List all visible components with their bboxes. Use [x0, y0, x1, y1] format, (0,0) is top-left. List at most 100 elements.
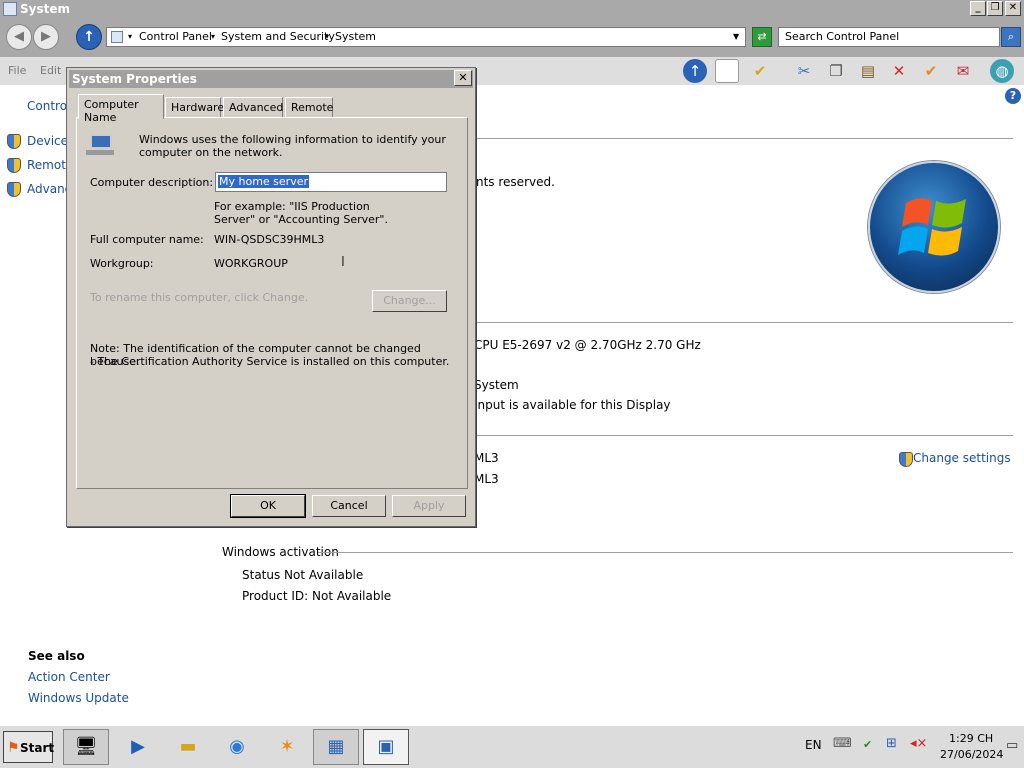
processor-value: CPU E5-2697 v2 @ 2.70GHz 2.70 GHz	[474, 338, 701, 352]
action-center-link[interactable]: Action Center	[28, 670, 110, 684]
menu-edit[interactable]: Edit	[40, 64, 61, 77]
volume-muted-icon[interactable]: ◂×	[910, 736, 927, 751]
full-computer-name-label: Full computer name:	[90, 233, 204, 246]
dialog-title: System Properties	[69, 70, 473, 88]
computer-name-panel: Windows uses the following information t…	[76, 117, 468, 489]
shield-icon	[7, 182, 21, 197]
tab-remote[interactable]: Remote	[285, 97, 333, 118]
text-cursor-icon: I	[341, 255, 345, 270]
mail-icon[interactable]: ✉	[951, 59, 975, 83]
help-icon[interactable]: ?	[1005, 88, 1021, 104]
section-divider	[476, 138, 1013, 139]
control-panel-home-link[interactable]: Control	[27, 99, 70, 113]
breadcrumb-separator[interactable]: ▾	[211, 32, 215, 41]
up-folder-icon[interactable]: ↑	[683, 59, 707, 83]
pen-touch-value: Input is available for this Display	[474, 398, 671, 412]
breadcrumb-system-security[interactable]: System and Security	[221, 30, 335, 43]
ok-button[interactable]: OK	[230, 494, 306, 518]
address-dropdown-icon[interactable]: ▼	[733, 32, 739, 41]
shield-icon	[7, 134, 21, 149]
control-panel-icon	[111, 31, 123, 43]
change-settings-link[interactable]: Change settings	[913, 451, 1011, 465]
system-properties-task-icon[interactable]: ▣	[363, 729, 409, 765]
intro-text: Windows uses the following information t…	[139, 133, 446, 159]
system-window-icon	[3, 2, 17, 16]
globe-icon[interactable]: ◍	[990, 59, 1014, 83]
computer-description-value: My home server	[218, 175, 309, 188]
system-properties-dialog: System Properties ✕ Computer Name Hardwa…	[66, 67, 476, 527]
search-icon[interactable]: ⌕	[1001, 27, 1021, 47]
navigation-bar: ◀ ▶ ↑ ▾ Control Panel ▾ System and Secur…	[0, 19, 1024, 57]
rename-instruction-text: To rename this computer, click Change.	[90, 291, 309, 304]
copy-icon[interactable]: ❐	[824, 59, 848, 83]
workgroup-label: Workgroup:	[90, 257, 154, 270]
chrome-icon[interactable]: ◉	[214, 729, 260, 765]
network-tray-icon[interactable]: ⊞	[886, 736, 897, 751]
cancel-button[interactable]: Cancel	[312, 495, 386, 517]
system-type-value: System	[474, 378, 519, 392]
apply-button[interactable]: Apply	[392, 495, 466, 517]
clock-time[interactable]: 1:29 CH	[949, 732, 993, 745]
delete-icon[interactable]: ✕	[887, 59, 911, 83]
maximize-button[interactable]: ❐	[987, 1, 1003, 16]
network-console-icon[interactable]: ▦	[313, 729, 359, 765]
full-computer-name: WIN-QSDSC39HML3	[214, 233, 325, 246]
search-input[interactable]: Search Control Panel	[778, 27, 1000, 47]
menu-file[interactable]: File	[8, 64, 26, 77]
breadcrumb-separator[interactable]: ▾	[128, 32, 132, 41]
back-button[interactable]: ◀	[6, 24, 32, 50]
dialog-close-button[interactable]: ✕	[454, 70, 472, 86]
checkmark-icon[interactable]: ✔	[919, 59, 943, 83]
activation-status: Status Not Available	[242, 568, 364, 582]
cut-icon[interactable]: ✂	[792, 59, 816, 83]
language-indicator[interactable]: EN	[805, 738, 822, 752]
forward-button[interactable]: ▶	[33, 24, 59, 50]
blank-page-icon[interactable]	[715, 59, 739, 83]
start-button[interactable]: ⚑ Start	[3, 731, 55, 763]
computer-network-icon	[84, 132, 114, 158]
shield-icon	[899, 452, 913, 467]
section-divider	[476, 322, 1013, 323]
windows-logo	[868, 161, 1000, 293]
computer-description-input[interactable]: My home server	[215, 172, 447, 192]
full-computer-name-value: ML3	[474, 472, 499, 486]
refresh-icon[interactable]: ⇄	[752, 27, 772, 47]
minimize-button[interactable]: _	[970, 1, 986, 16]
breadcrumb-separator[interactable]: ▾	[325, 32, 329, 41]
keyboard-icon[interactable]: ⌨	[833, 736, 852, 751]
section-divider	[476, 435, 1013, 436]
tab-computer-name[interactable]: Computer Name	[78, 94, 164, 124]
server-manager-icon[interactable]: 🖥	[63, 729, 109, 765]
tab-advanced[interactable]: Advanced	[223, 97, 283, 118]
windows-update-link[interactable]: Windows Update	[28, 691, 129, 705]
window-title: System	[20, 2, 70, 16]
shield-icon	[7, 158, 21, 173]
breadcrumb-control-panel[interactable]: Control Panel	[139, 30, 212, 43]
address-bar[interactable]: ▾ Control Panel ▾ System and Security ▾ …	[106, 27, 746, 47]
close-button[interactable]: ✕	[1005, 1, 1021, 16]
section-divider	[318, 552, 1013, 553]
security-tray-icon[interactable]: ✔	[863, 738, 872, 751]
setup-icon[interactable]: ✶	[264, 729, 310, 765]
workgroup-value: WORKGROUP	[214, 257, 288, 270]
change-button[interactable]: Change...	[372, 290, 447, 312]
taskbar: ⚑ Start 🖥 ▶ ▬ ◉ ✶ ▦ ▣ EN ⌨ ✔ ⊞ ◂× 1:29 C…	[0, 725, 1024, 768]
breadcrumb-system[interactable]: System	[335, 30, 376, 43]
computer-description-label: Computer description:	[90, 176, 214, 189]
windows-flag-icon: ⚑	[7, 740, 20, 756]
paste-icon[interactable]: ▤	[856, 59, 880, 83]
show-desktop-icon[interactable]: ▭	[1006, 738, 1018, 753]
product-id: Product ID: Not Available	[242, 589, 392, 603]
window-title-bar: System _ ❐ ✕	[0, 0, 1024, 19]
up-arrow-icon[interactable]: ↑	[76, 24, 102, 50]
powershell-icon[interactable]: ▶	[115, 729, 161, 765]
tab-hardware[interactable]: Hardware	[165, 97, 224, 118]
start-label: Start	[20, 741, 55, 755]
description-example-text: For example: "IIS Production Server" or …	[214, 200, 388, 226]
folder-check-icon[interactable]: ✔	[748, 59, 772, 83]
clock-date[interactable]: 27/06/2024	[940, 748, 1003, 761]
computer-name-value: ML3	[474, 451, 499, 465]
see-also-heading: See also	[28, 649, 85, 663]
copyright-text: nts reserved.	[476, 175, 555, 189]
explorer-folder-icon[interactable]: ▬	[165, 729, 211, 765]
